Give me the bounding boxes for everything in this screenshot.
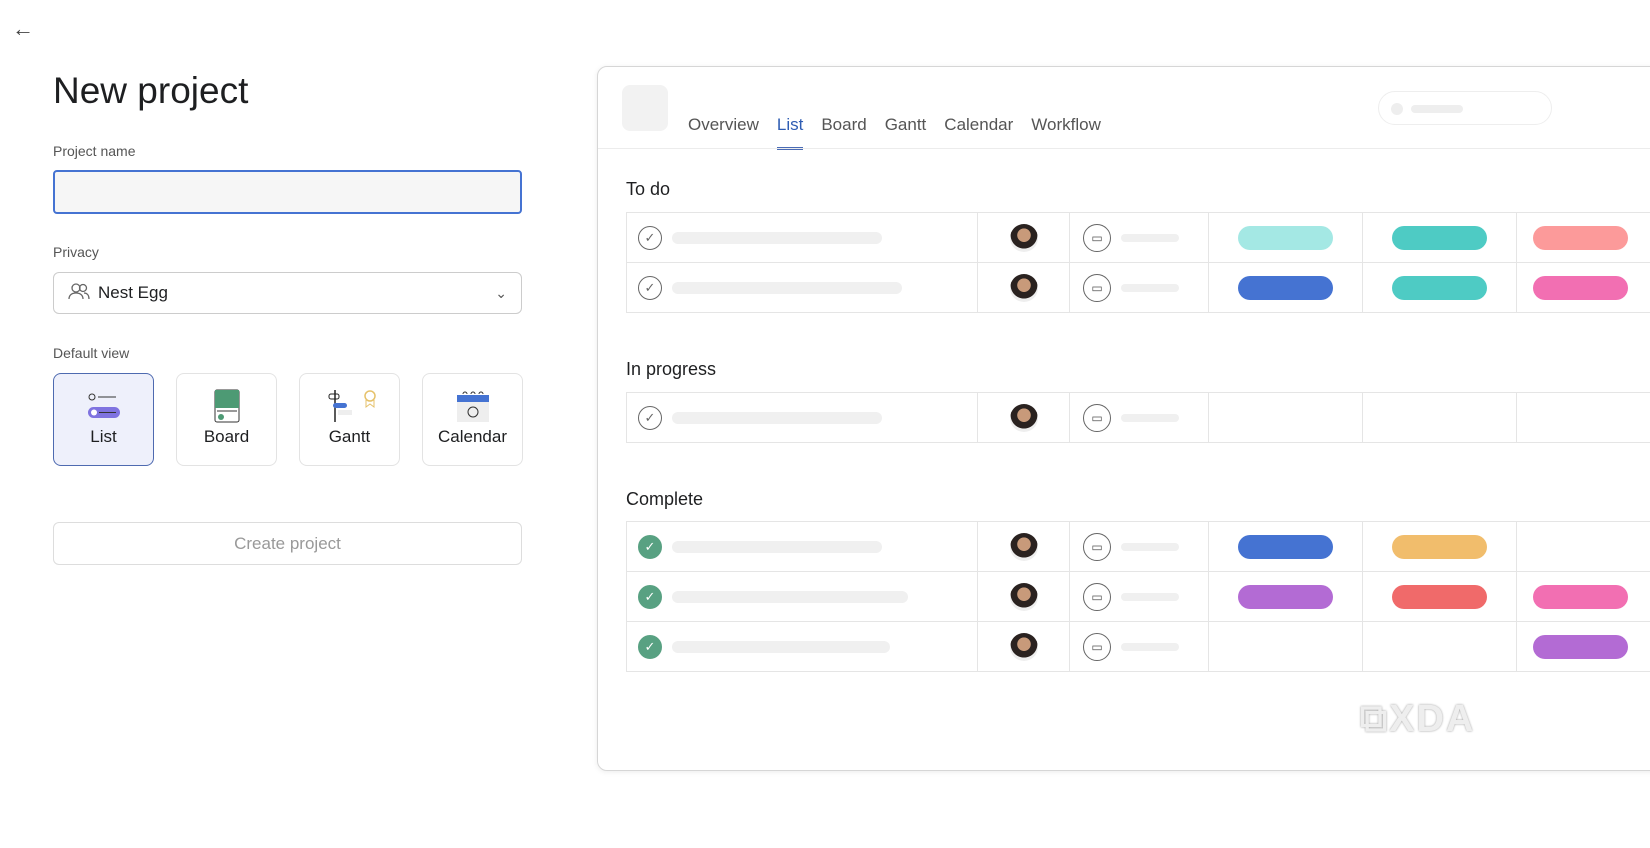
check-icon[interactable]: ✓ — [638, 405, 662, 430]
tab-list[interactable]: List — [776, 115, 804, 150]
task-name-placeholder — [672, 231, 882, 244]
tag-pill — [1392, 275, 1487, 300]
privacy-value: Nest Egg — [98, 283, 168, 302]
date-placeholder — [1121, 542, 1179, 551]
tab-gantt[interactable]: Gantt — [885, 115, 927, 150]
tab-calendar[interactable]: Calendar — [944, 115, 1013, 150]
members-icon — [68, 282, 90, 305]
chevron-down-icon: ⌄ — [495, 284, 507, 301]
back-arrow-icon[interactable]: ← — [12, 16, 34, 42]
task-table: ✓ ▭ ✓ ▭ — [626, 212, 1650, 313]
gantt-view-icon — [328, 390, 376, 422]
view-option-calendar[interactable]: Calendar — [422, 373, 523, 466]
tag-pill — [1392, 225, 1487, 250]
table-row[interactable]: ✓ ▭ — [626, 393, 1650, 443]
view-option-gantt[interactable]: Gantt — [299, 373, 400, 466]
avatar — [1009, 223, 1038, 252]
task-name-placeholder — [672, 281, 902, 294]
default-view-label: Default view — [53, 345, 130, 361]
avatar — [1009, 632, 1038, 661]
check-icon[interactable]: ✓ — [638, 275, 662, 300]
check-icon[interactable]: ✓ — [638, 584, 662, 609]
tag-pill — [1533, 584, 1628, 609]
task-table: ✓ ▭ ✓ ▭ ✓ ▭ — [626, 521, 1650, 672]
section-title: To do — [626, 179, 671, 199]
section-title: Complete — [626, 489, 704, 509]
table-row[interactable]: ✓ ▭ — [626, 622, 1650, 672]
project-name-label: Project name — [53, 143, 136, 159]
view-label: Board — [203, 427, 250, 446]
check-icon[interactable]: ✓ — [638, 534, 662, 559]
tag-pill — [1392, 584, 1487, 609]
tab-overview[interactable]: Overview — [688, 115, 759, 150]
table-row[interactable]: ✓ ▭ — [626, 263, 1650, 313]
view-label: Gantt — [328, 427, 371, 446]
avatar — [1009, 403, 1038, 432]
date-placeholder — [1121, 233, 1179, 242]
avatar — [1009, 532, 1038, 561]
view-label: List — [90, 427, 117, 446]
calendar-icon: ▭ — [1083, 403, 1111, 432]
create-project-button[interactable]: Create project — [53, 522, 522, 565]
tag-pill — [1238, 225, 1333, 250]
tag-pill — [1392, 534, 1487, 559]
view-option-board[interactable]: Board — [176, 373, 277, 466]
task-name-placeholder — [672, 590, 908, 603]
tag-pill — [1533, 225, 1628, 250]
section-title: In progress — [626, 359, 717, 379]
table-row[interactable]: ✓ ▭ — [626, 522, 1650, 572]
check-icon[interactable]: ✓ — [638, 634, 662, 659]
task-name-placeholder — [672, 640, 890, 653]
task-name-placeholder — [672, 411, 882, 424]
tab-workflow[interactable]: Workflow — [1031, 115, 1101, 150]
list-view-icon — [87, 393, 120, 418]
calendar-icon: ▭ — [1083, 273, 1111, 302]
calendar-icon: ▭ — [1083, 632, 1111, 661]
view-label: Calendar — [438, 427, 507, 446]
task-name-placeholder — [672, 540, 882, 553]
search-placeholder — [1378, 91, 1552, 125]
xda-watermark-logo: ⧉XDA — [1360, 698, 1476, 740]
tag-pill — [1238, 275, 1333, 300]
page-title: New project — [53, 70, 249, 111]
tag-pill — [1533, 275, 1628, 300]
project-icon-placeholder — [622, 85, 668, 131]
date-placeholder — [1121, 592, 1179, 601]
table-row[interactable]: ✓ ▭ — [626, 572, 1650, 622]
calendar-icon: ▭ — [1083, 223, 1111, 252]
calendar-icon: ▭ — [1083, 582, 1111, 611]
check-icon[interactable]: ✓ — [638, 225, 662, 250]
tag-pill — [1238, 584, 1333, 609]
project-name-input[interactable] — [53, 170, 522, 214]
calendar-icon: ▭ — [1083, 532, 1111, 561]
calendar-view-icon — [456, 391, 489, 422]
avatar — [1009, 273, 1038, 302]
date-placeholder — [1121, 642, 1179, 651]
date-placeholder — [1121, 413, 1179, 422]
board-view-icon — [214, 389, 239, 423]
task-table: ✓ ▭ — [626, 392, 1650, 443]
table-row[interactable]: ✓ ▭ — [626, 213, 1650, 263]
tag-pill — [1533, 634, 1628, 659]
date-placeholder — [1121, 283, 1179, 292]
privacy-select[interactable]: Nest Egg ⌄ — [53, 272, 522, 314]
tab-board[interactable]: Board — [821, 115, 866, 150]
avatar — [1009, 582, 1038, 611]
tag-pill — [1238, 534, 1333, 559]
list-preview: Overview List Board Gantt Calendar Workflow T… — [597, 66, 1650, 771]
view-option-list[interactable]: List — [53, 373, 154, 466]
privacy-label: Privacy — [53, 244, 99, 260]
